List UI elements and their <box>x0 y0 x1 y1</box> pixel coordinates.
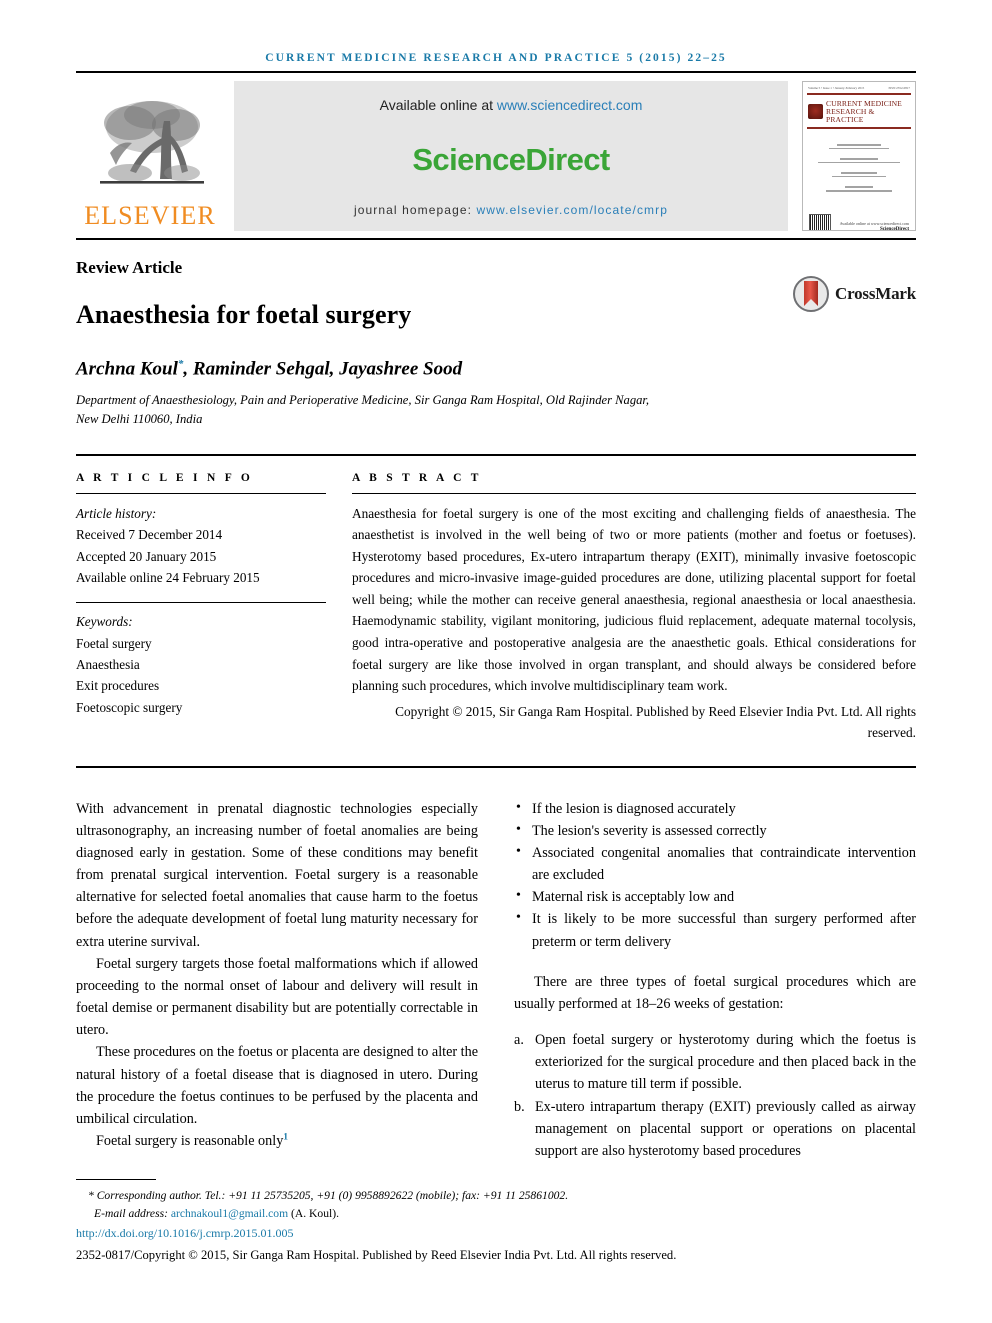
cover-footer-note: Available online at www.sciencedirect.co… <box>839 220 909 226</box>
reference-marker[interactable]: 1 <box>283 1131 288 1142</box>
journal-homepage-line: journal homepage: www.elsevier.com/locat… <box>354 203 668 217</box>
page-title: Anaesthesia for foetal surgery <box>76 300 412 329</box>
article-history-received: Received 7 December 2014 <box>76 527 223 543</box>
keyword-item: Foetal surgery <box>76 635 152 651</box>
procedure-type-list: Open foetal surgery or hysterotomy durin… <box>514 1029 916 1162</box>
corresponding-author-text: Corresponding author. Tel.: +91 11 25735… <box>93 1189 569 1203</box>
list-item: It is likely to be more successful than … <box>514 907 916 952</box>
affiliation: Department of Anaesthesiology, Pain and … <box>76 391 916 428</box>
available-online-prefix: Available online at <box>379 97 497 113</box>
title-block: Review Article Anaesthesia for foetal su… <box>76 240 916 428</box>
lead-in-text: Foetal surgery is reasonable only <box>96 1133 284 1150</box>
journal-cover-thumbnail[interactable]: Volume 5 • Issue 1 • January-February 20… <box>802 81 916 231</box>
crossmark-badge[interactable]: CrossMark <box>793 276 916 312</box>
abstract-heading: A B S T R A C T <box>352 471 482 484</box>
cover-contents-block <box>803 130 915 208</box>
list-item: If the lesion is diagnosed accurately <box>514 797 916 820</box>
email-suffix: (A. Koul). <box>288 1207 339 1221</box>
sciencedirect-url-link[interactable]: www.sciencedirect.com <box>497 97 643 113</box>
cover-footer-brand: ScienceDirect <box>879 227 909 231</box>
author-list: Archna Koul*, Raminder Sehgal, Jayashree… <box>76 358 916 380</box>
cover-rule-top <box>807 93 911 95</box>
list-item: The lesion's severity is assessed correc… <box>514 819 916 842</box>
affiliation-line-1: Department of Anaesthesiology, Pain and … <box>76 393 650 408</box>
body-paragraph: With advancement in prenatal diagnostic … <box>76 800 478 950</box>
email-label: E-mail address: <box>94 1207 171 1221</box>
keyword-item: Foetoscopic surgery <box>76 699 183 715</box>
keywords-label: Keywords: <box>76 614 133 630</box>
keywords-list: Keywords: Foetal surgery Anaesthesia Exi… <box>76 611 326 718</box>
body-paragraph: These procedures on the foetus or placen… <box>76 1044 478 1127</box>
available-online-line: Available online at www.sciencedirect.co… <box>380 97 643 113</box>
email-link[interactable]: archnakoul1@gmail.com <box>171 1207 288 1220</box>
body-lead-in-paragraph: Foetal surgery is reasonable only1 <box>76 1130 478 1152</box>
affiliation-line-2: New Delhi 110060, India <box>76 411 203 426</box>
page-footer: * Corresponding author. Tel.: +91 11 257… <box>76 1179 916 1263</box>
footnote-rule <box>76 1179 156 1181</box>
criteria-bullet-list: If the lesion is diagnosed accurately Th… <box>514 797 916 953</box>
cover-rule-bottom <box>807 126 911 129</box>
authors-remaining: , Raminder Sehgal, Jayashree Sood <box>183 358 463 380</box>
article-history-label: Article history: <box>76 505 157 521</box>
journal-emblem-icon <box>808 104 823 120</box>
body-text: With advancement in prenatal diagnostic … <box>76 768 916 1162</box>
cover-footer: Available online at www.sciencedirect.co… <box>803 208 915 231</box>
article-info-rule <box>76 492 326 494</box>
article-history-online: Available online 24 February 2015 <box>76 569 260 585</box>
corresponding-author-note: * Corresponding author. Tel.: +91 11 257… <box>76 1187 916 1205</box>
cover-volume-info: Volume 5 • Issue 1 • January-February 20… <box>808 86 865 90</box>
journal-article-page: CURRENT MEDICINE RESEARCH AND PRACTICE 5… <box>0 0 992 1323</box>
list-item: Open foetal surgery or hysterotomy durin… <box>514 1029 916 1093</box>
list-item: Ex-utero intrapartum therapy (EXIT) prev… <box>514 1096 916 1159</box>
article-info-abstract-section: A R T I C L E I N F O Article history: R… <box>76 456 916 744</box>
abstract-rule <box>352 492 916 494</box>
sciencedirect-band: Available online at www.sciencedirect.co… <box>234 81 788 231</box>
cover-sciencedirect-note: Available online at www.sciencedirect.co… <box>839 220 909 231</box>
keyword-item: Anaesthesia <box>76 657 140 673</box>
cover-issn: ISSN 2352-0817 <box>888 86 910 90</box>
email-note: E-mail address: archnakoul1@gmail.com (A… <box>76 1205 916 1223</box>
cover-title: CURRENT MEDICINE RESEARCH & PRACTICE <box>826 100 910 124</box>
abstract-text: Anaesthesia for foetal surgery is one of… <box>352 505 916 694</box>
elsevier-wordmark: ELSEVIER <box>84 201 216 230</box>
keywords-rule <box>76 602 326 604</box>
body-paragraph: Foetal surgery targets those foetal malf… <box>76 955 478 1039</box>
cover-title-line2: RESEARCH & PRACTICE <box>826 106 875 124</box>
header-rule <box>76 71 916 73</box>
abstract-copyright: Copyright © 2015, Sir Ganga Ram Hospital… <box>395 703 916 741</box>
article-history: Article history: Received 7 December 201… <box>76 503 326 589</box>
keyword-item: Exit procedures <box>76 678 160 694</box>
journal-homepage-link[interactable]: www.elsevier.com/locate/cmrp <box>477 203 669 217</box>
elsevier-tree-icon <box>90 93 210 201</box>
journal-homepage-prefix: journal homepage: <box>353 203 477 217</box>
body-column-left: With advancement in prenatal diagnostic … <box>76 798 478 1162</box>
list-item: Associated congenital anomalies that con… <box>514 841 916 886</box>
article-info-column: A R T I C L E I N F O Article history: R… <box>76 472 326 744</box>
cover-masthead-line: Volume 5 • Issue 1 • January-February 20… <box>803 82 915 92</box>
procedures-intro-paragraph: There are three types of foetal surgical… <box>514 973 916 1012</box>
author-first: Archna Koul <box>76 358 178 380</box>
issn-copyright-line: 2352-0817/Copyright © 2015, Sir Ganga Ra… <box>76 1248 677 1262</box>
crossmark-icon <box>793 276 829 312</box>
elsevier-logo: ELSEVIER <box>76 81 224 231</box>
barcode-icon <box>809 213 831 230</box>
article-history-accepted: Accepted 20 January 2015 <box>76 548 217 564</box>
crossmark-label: CrossMark <box>835 284 916 303</box>
body-column-right: If the lesion is diagnosed accurately Th… <box>514 797 916 1162</box>
running-head: CURRENT MEDICINE RESEARCH AND PRACTICE 5… <box>265 52 727 64</box>
abstract-column: A B S T R A C T Anaesthesia for foetal s… <box>326 472 916 744</box>
doi-link[interactable]: http://dx.doi.org/10.1016/j.cmrp.2015.01… <box>76 1226 916 1241</box>
cover-title-row: CURRENT MEDICINE RESEARCH & PRACTICE <box>803 96 915 126</box>
masthead: ELSEVIER Available online at www.science… <box>76 81 916 231</box>
article-info-heading: A R T I C L E I N F O <box>76 471 254 484</box>
list-item: Maternal risk is acceptably low and <box>514 885 916 908</box>
article-type-label: Review Article <box>76 258 183 277</box>
sciencedirect-wordmark: ScienceDirect <box>412 142 610 177</box>
